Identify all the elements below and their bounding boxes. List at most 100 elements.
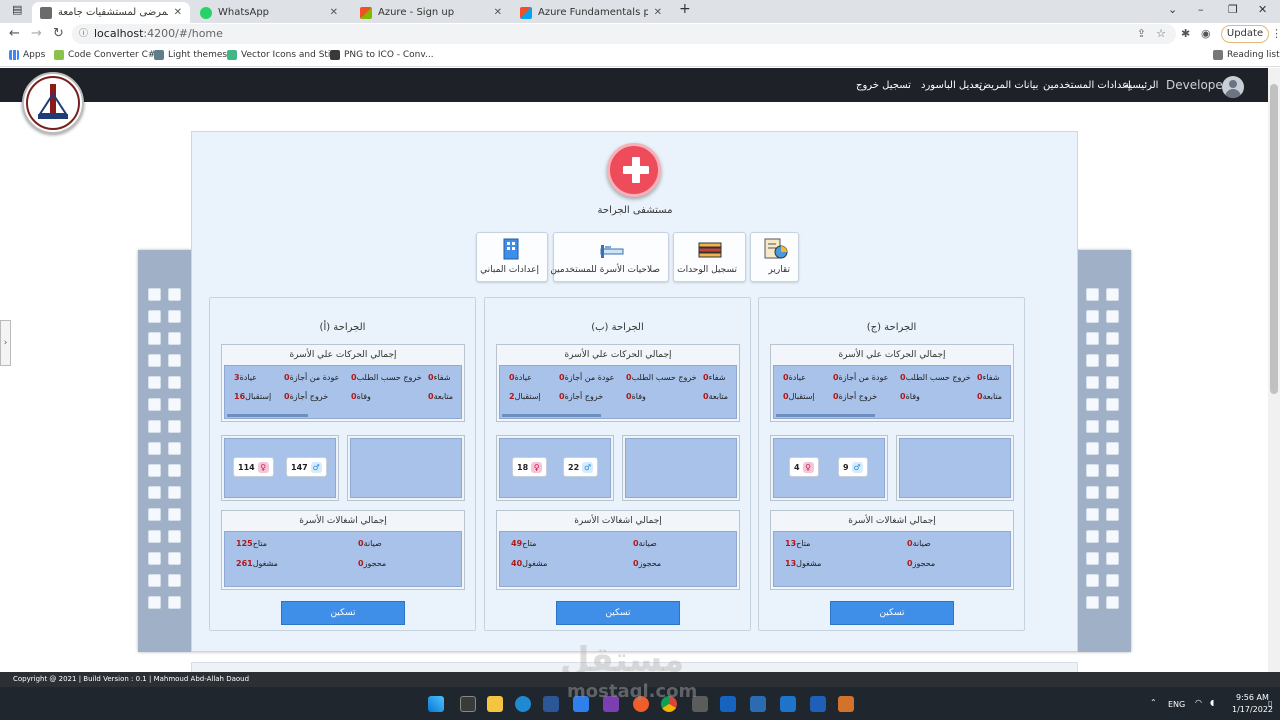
- occupancy-mashghol-value: 13: [785, 559, 797, 568]
- movement-awda-agaza-label: عودة من أجازة: [564, 373, 615, 382]
- start-icon[interactable]: [428, 696, 444, 712]
- forward-arrow-icon[interactable]: →: [31, 26, 42, 41]
- movement-wafah-label: وفاة: [905, 392, 920, 401]
- back-arrow-icon[interactable]: ←: [9, 26, 20, 41]
- bed-marker: [168, 574, 181, 587]
- app-icon[interactable]: [780, 696, 796, 712]
- user-avatar[interactable]: [1222, 76, 1244, 98]
- occupancy-mahgoz: محجوز0: [355, 559, 386, 568]
- update-button[interactable]: Update: [1221, 25, 1269, 43]
- bed-marker: [1106, 332, 1119, 345]
- volume-icon[interactable]: ◖: [1210, 698, 1214, 707]
- edge-icon[interactable]: [515, 696, 531, 712]
- url-input[interactable]: ⓘ localhost:4200/#/home ⇪ ☆: [72, 24, 1176, 44]
- tab-close-icon[interactable]: ✕: [488, 7, 502, 18]
- bed-movements-table[interactable]: شفاء0 خروج حسب الطلب0 عودة من أجازة0 عيا…: [499, 365, 737, 419]
- menu-dots-icon[interactable]: ⋮: [1271, 27, 1280, 40]
- bed-marker: [1106, 354, 1119, 367]
- browser-tab-strip: ▤ تسكين المرضى لمستشفيات جامعة ✕ WhatsAp…: [0, 0, 1280, 23]
- code-converter-icon: [54, 50, 64, 60]
- bed-marker: [168, 310, 181, 323]
- bed-permissions-button[interactable]: صلاحيات الأسرة للمستخدمين: [550, 232, 669, 282]
- new-tab-button[interactable]: +: [679, 1, 691, 17]
- bookmark-vector-icons[interactable]: Vector Icons and Sti...: [227, 50, 339, 60]
- register-units-button[interactable]: تسجيل الوحدات: [673, 232, 746, 282]
- movement-eyada: عيادة0: [780, 373, 806, 382]
- nav-patient-data[interactable]: بيانات المريض: [979, 80, 1038, 91]
- reload-icon[interactable]: ↻: [53, 26, 64, 41]
- building-settings-label: إعدادات المباني: [480, 265, 539, 275]
- bed-movements-table[interactable]: شفاء0 خروج حسب الطلب0 عودة من أجازة0 عيا…: [773, 365, 1011, 419]
- extensions-puzzle-icon[interactable]: ✱: [1181, 27, 1190, 40]
- bookmark-code-converter[interactable]: Code Converter C#...: [54, 50, 164, 60]
- tray-chevron-icon[interactable]: ⌃: [1150, 698, 1157, 707]
- bed-marker: [148, 310, 161, 323]
- clock-date[interactable]: 1/17/2022: [1232, 705, 1273, 714]
- movement-wafah-label: وفاة: [356, 392, 371, 401]
- clock-time[interactable]: 9:56 AM: [1236, 693, 1269, 702]
- reading-list[interactable]: Reading list: [1213, 50, 1280, 60]
- occupancy-mashghol-value: 261: [236, 559, 253, 568]
- hospital-cross-icon: [607, 143, 661, 197]
- register-units-label: تسجيل الوحدات: [677, 265, 737, 275]
- occupancy-motah-label: متاح: [796, 539, 811, 548]
- tab-azure-fundamentals[interactable]: Azure Fundamentals part 1: Desc ✕: [512, 2, 670, 23]
- reports-button[interactable]: تقارير: [750, 232, 799, 282]
- tab-current[interactable]: تسكين المرضى لمستشفيات جامعة ✕: [32, 2, 190, 23]
- horizontal-scroll-indicator[interactable]: [776, 414, 875, 417]
- occupancy-siana-label: صيانة: [638, 539, 657, 548]
- horizontal-scroll-indicator[interactable]: [502, 414, 601, 417]
- nav-logout[interactable]: تسجيل خروج: [856, 80, 911, 91]
- share-icon[interactable]: ⇪: [1137, 24, 1146, 44]
- search-icon[interactable]: [460, 696, 476, 712]
- occupancy-motah-value: 49: [511, 539, 523, 548]
- nav-user-settings[interactable]: إعدادات المستخدمين: [1043, 80, 1131, 91]
- tab-close-icon[interactable]: ✕: [324, 7, 338, 18]
- bed-marker: [1086, 596, 1099, 609]
- scrollbar-thumb[interactable]: [1270, 84, 1278, 394]
- movement-khorog-talab: خروج حسب الطلب0: [623, 373, 697, 382]
- bed-occupancy-table: صيانة0 متاح125 محجوز0 مشغول261: [224, 531, 462, 587]
- input-language[interactable]: ENG: [1168, 700, 1185, 709]
- movement-khorog-agaza-label: خروج أجازة: [838, 392, 878, 401]
- wifi-icon[interactable]: ◠: [1195, 698, 1202, 707]
- tab-whatsapp[interactable]: WhatsApp ✕: [192, 2, 346, 23]
- bed-marker: [1086, 486, 1099, 499]
- file-explorer-icon[interactable]: [487, 696, 503, 712]
- app-icon[interactable]: [720, 696, 736, 712]
- male-count: 22: [568, 462, 580, 472]
- app-icon[interactable]: [543, 696, 559, 712]
- tab-close-icon[interactable]: ✕: [648, 7, 662, 18]
- movement-khorog-talab: خروج حسب الطلب0: [348, 373, 422, 382]
- tab-list-chevron-icon[interactable]: ⌄: [1168, 3, 1177, 16]
- info-icon[interactable]: ⓘ: [79, 24, 88, 44]
- housing-button[interactable]: تسكين: [556, 601, 680, 625]
- nav-change-password[interactable]: تعديل الباسورد: [921, 80, 982, 91]
- reports-icon: [764, 238, 788, 259]
- housing-button[interactable]: تسكين: [830, 601, 954, 625]
- female-count-chip: 18 ♀: [512, 457, 548, 477]
- page-scrollbar[interactable]: [1268, 68, 1280, 672]
- minimize-icon[interactable]: –: [1198, 3, 1204, 16]
- movement-khorog-agaza: خروج أجازة0: [556, 392, 603, 401]
- tab-close-icon[interactable]: ✕: [168, 7, 182, 18]
- close-window-icon[interactable]: ✕: [1258, 3, 1267, 16]
- bookmark-star-icon[interactable]: ☆: [1156, 24, 1166, 44]
- sql-icon[interactable]: [750, 696, 766, 712]
- building-settings-button[interactable]: إعدادات المباني: [476, 232, 548, 282]
- bookmark-png-to-ico[interactable]: PNG to ICO - Conv...: [330, 50, 434, 60]
- tab-azure-signup[interactable]: Azure - Sign up ✕: [352, 2, 510, 23]
- housing-button[interactable]: تسكين: [281, 601, 405, 625]
- notifications-icon[interactable]: ▯: [1268, 699, 1272, 708]
- bookmark-light-themes[interactable]: Light themes: [154, 50, 227, 60]
- profile-icon[interactable]: ◉: [1201, 27, 1211, 40]
- bookmark-apps[interactable]: Apps: [9, 50, 45, 60]
- shield-icon[interactable]: [810, 696, 826, 712]
- sidebar-toggle-handle[interactable]: ›: [0, 320, 11, 366]
- app-icon[interactable]: [838, 696, 854, 712]
- restore-icon[interactable]: ❐: [1228, 3, 1238, 16]
- horizontal-scroll-indicator[interactable]: [227, 414, 308, 417]
- bed-movements-table[interactable]: شفاء0 خروج حسب الطلب0 عودة من أجازة0 عيا…: [224, 365, 462, 419]
- tab-search-icon[interactable]: ▤: [12, 3, 22, 16]
- movement-shifa-label: شفاء: [982, 373, 1000, 382]
